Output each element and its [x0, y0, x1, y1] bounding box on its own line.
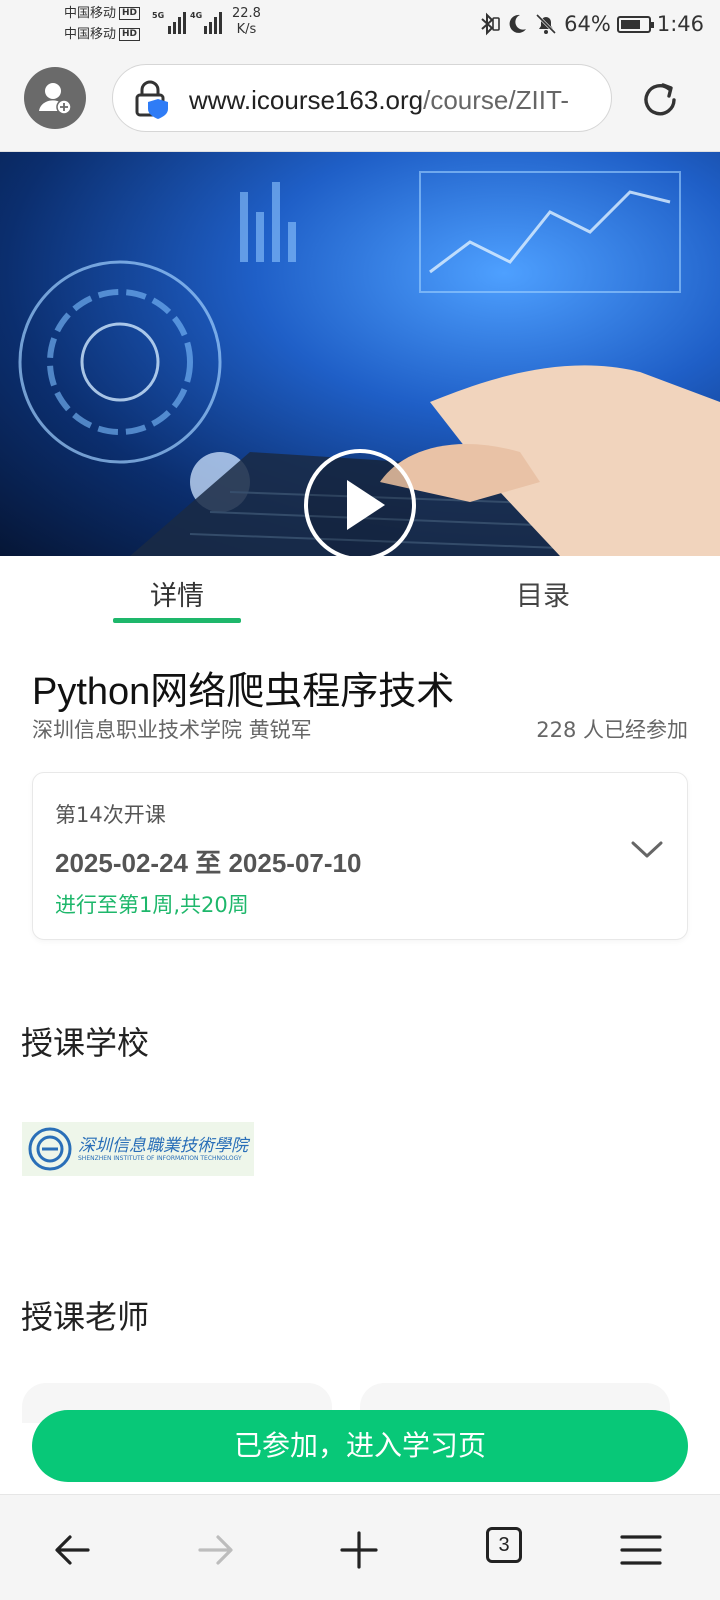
tabs-icon[interactable]: 3 [486, 1527, 522, 1563]
secure-lock-icon [135, 80, 168, 119]
school-emblem-icon [28, 1127, 72, 1171]
browser-toolbar: www.icourse163.org/course/ZIIT- [0, 50, 720, 152]
school-teacher-line[interactable]: 深圳信息职业技术学院 黄锐军 [32, 714, 312, 744]
tab-details[interactable]: 详情 [150, 574, 204, 613]
session-progress: 进行至第1周,共20周 [55, 893, 249, 917]
reload-icon[interactable] [638, 78, 682, 122]
session-selector[interactable]: 第14次开课 2025-02-24 至 2025-07-10 进行至第1周,共2… [32, 772, 688, 940]
browser-bottom-nav: 3 [0, 1494, 720, 1600]
network-speed: 22.8 K/s [232, 6, 261, 37]
status-bar: 中国移动 HD 中国移动 HD 5G 4G 22.8 K/s 64% 1:46 [0, 0, 720, 50]
plus-icon[interactable] [334, 1525, 384, 1575]
enter-study-button[interactable]: 已参加，进入学习页 [32, 1410, 688, 1482]
content-tabs: 详情 目录 [0, 556, 720, 626]
moon-icon [509, 14, 527, 33]
signal-icon [190, 10, 224, 34]
school-logo[interactable]: 深圳信息職業技術學院 SHENZHEN INSTITUTE OF INFORMA… [22, 1122, 254, 1176]
chevron-down-icon[interactable] [629, 837, 665, 861]
school-logo-name: 深圳信息職業技術學院 [78, 1135, 248, 1156]
tab-catalog[interactable]: 目录 [516, 574, 570, 613]
address-bar[interactable]: www.icourse163.org/course/ZIIT- [112, 64, 612, 132]
active-tab-indicator [113, 618, 241, 623]
bell-off-icon [536, 13, 557, 35]
clock: 1:46 [656, 12, 704, 36]
enrolled-count: 228 人已经参加 [536, 718, 688, 742]
battery-percent: 64% [564, 12, 611, 36]
menu-icon[interactable] [616, 1525, 666, 1575]
bluetooth-icon [481, 12, 500, 36]
profile-button[interactable] [24, 67, 86, 129]
play-icon[interactable] [303, 448, 417, 556]
profile-add-icon [39, 83, 72, 115]
battery-icon [616, 15, 654, 33]
signal-icon [152, 10, 186, 34]
course-title: Python网络爬虫程序技术 [32, 671, 455, 713]
session-dates: 2025-02-24 至 2025-07-10 [55, 848, 362, 878]
forward-arrow-icon[interactable] [190, 1525, 240, 1575]
session-number: 第14次开课 [55, 803, 166, 827]
carrier-2: 中国移动 HD [64, 27, 141, 43]
course-video-banner[interactable] [0, 152, 720, 556]
back-arrow-icon[interactable] [48, 1525, 98, 1575]
school-logo-name-en: SHENZHEN INSTITUTE OF INFORMATION TECHNO… [78, 1154, 242, 1162]
url-text: www.icourse163.org/course/ZIIT- [189, 85, 570, 115]
section-title-school: 授课学校 [21, 1024, 150, 1062]
section-title-teacher: 授课老师 [21, 1298, 150, 1336]
carrier-1: 中国移动 HD [64, 6, 141, 22]
